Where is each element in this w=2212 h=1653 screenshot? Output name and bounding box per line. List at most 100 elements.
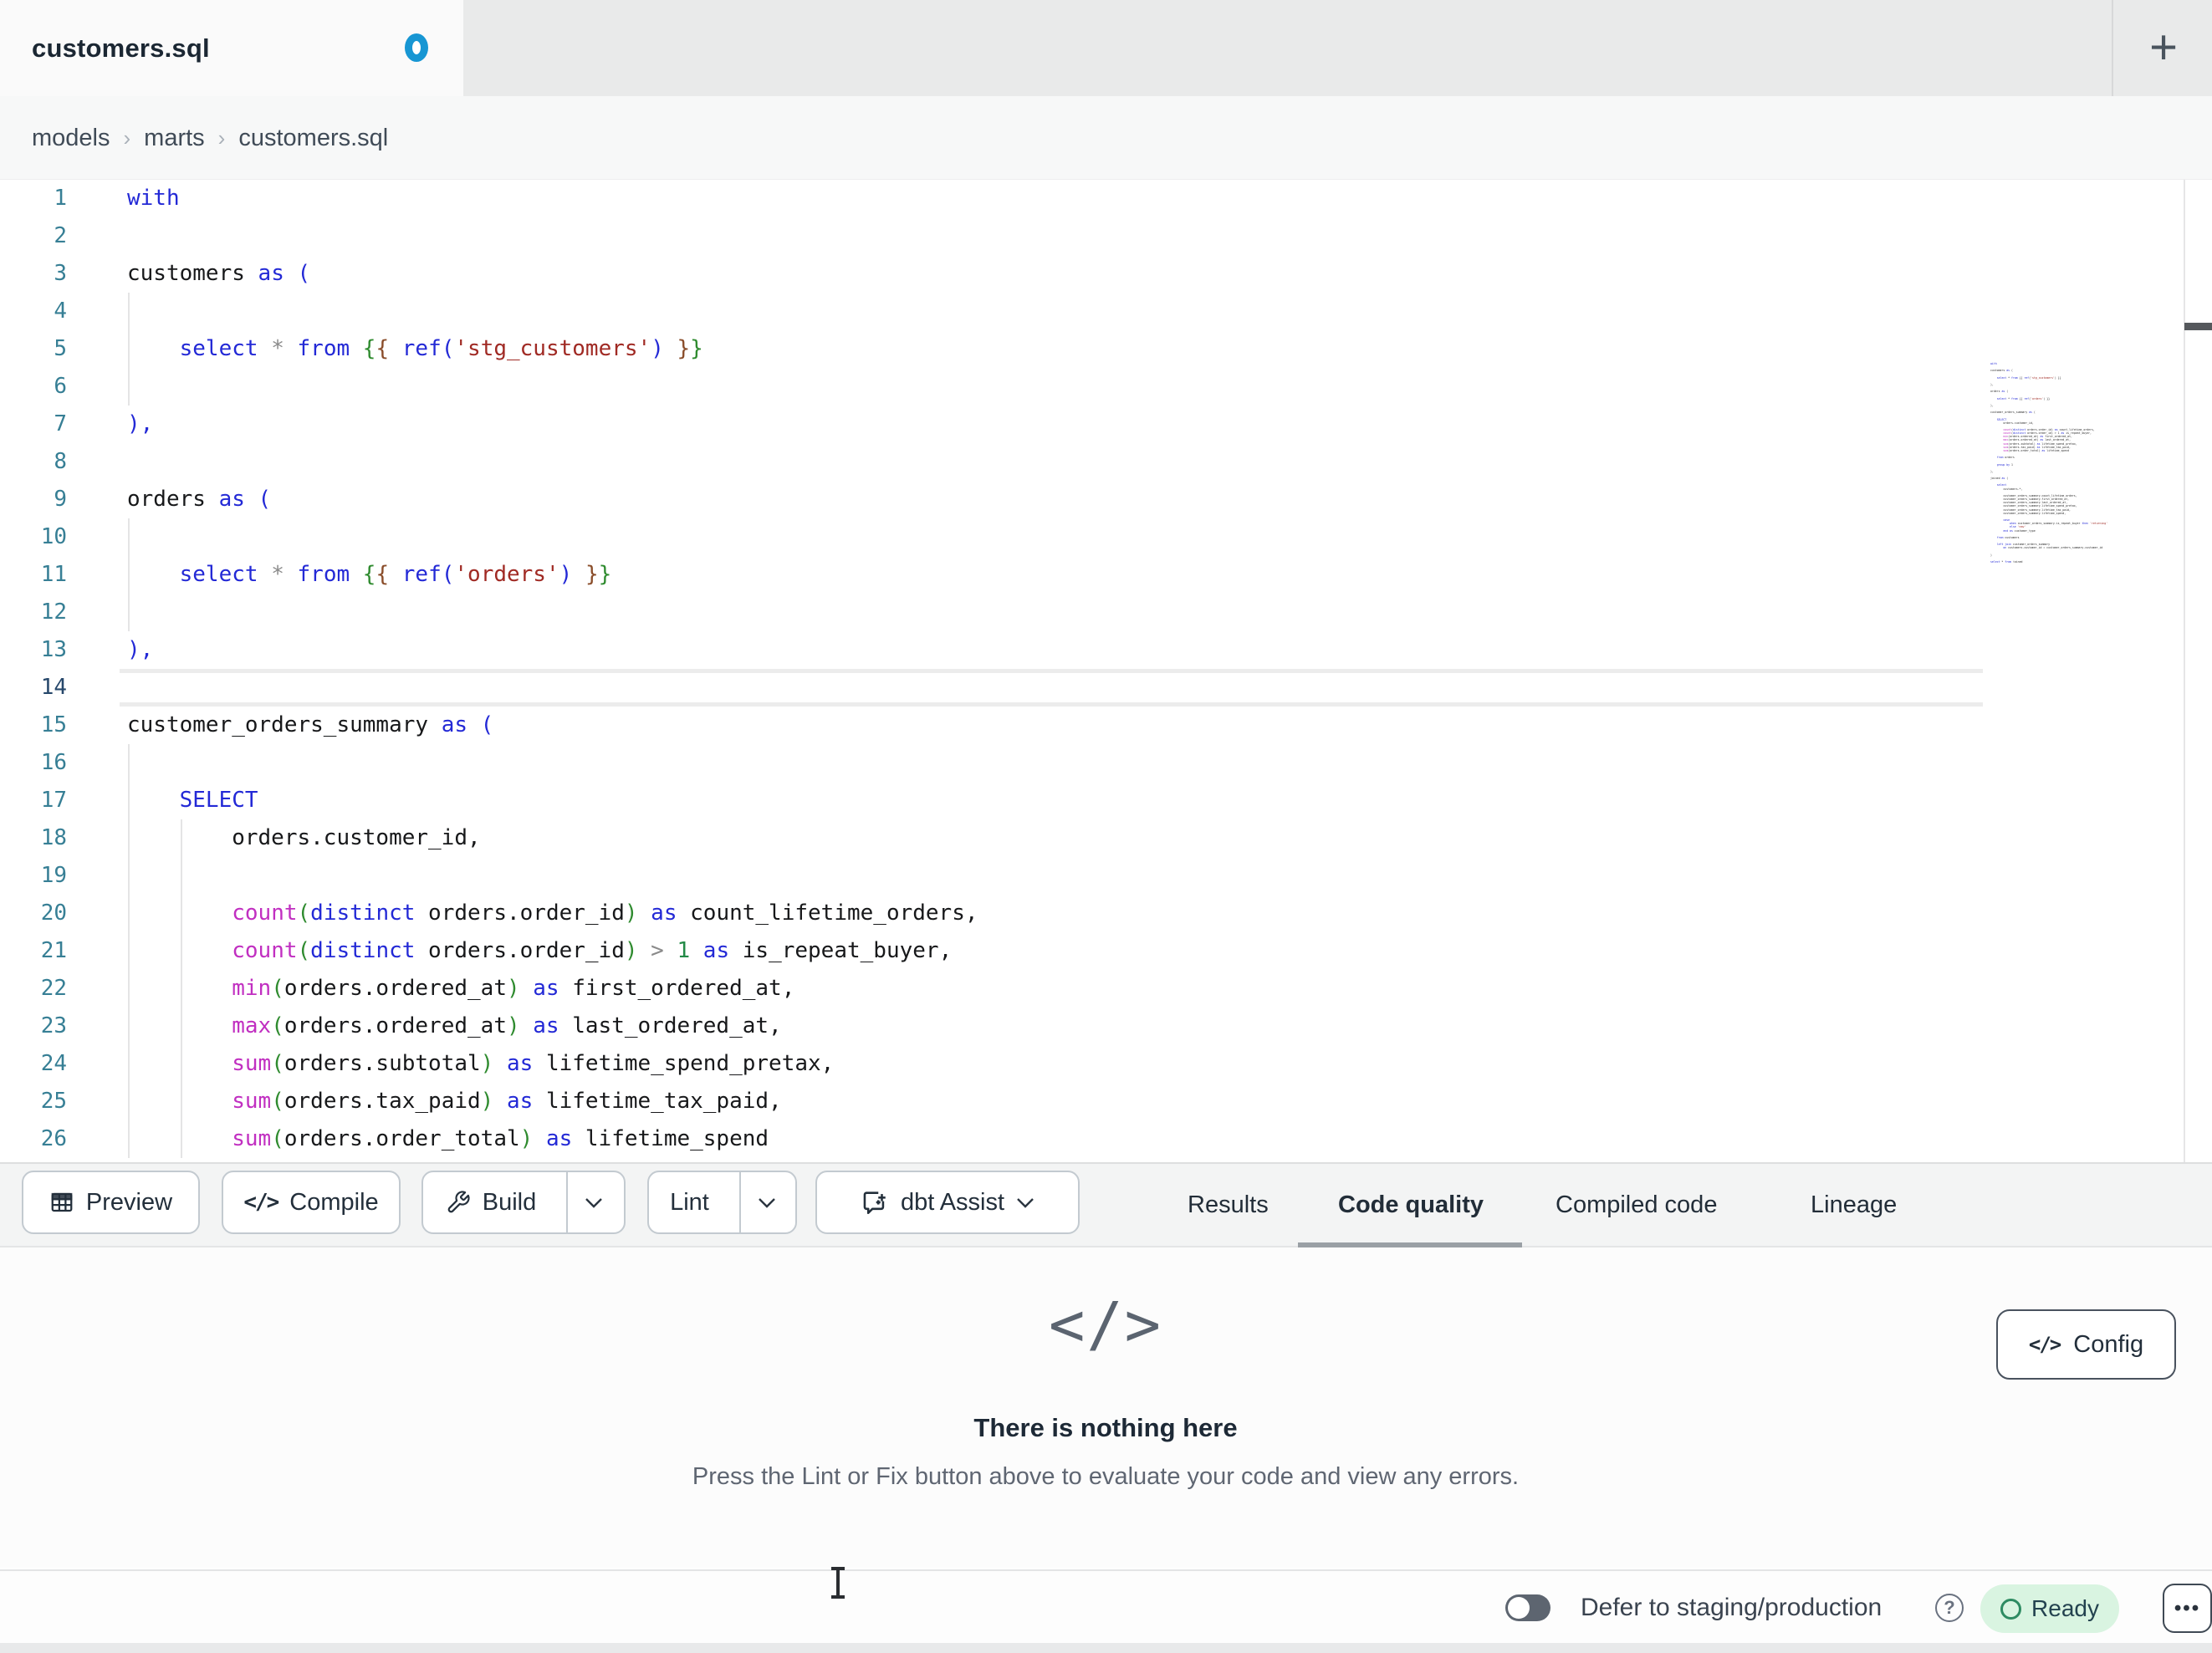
- editor-minimap[interactable]: with customers as ( select * from {{ ref…: [1990, 362, 2117, 563]
- preview-button[interactable]: Preview: [22, 1171, 200, 1234]
- code-line[interactable]: 11 select * from {{ ref('orders') }}: [0, 556, 2212, 594]
- file-header-bar: models › marts › customers.sql: [0, 96, 2212, 266]
- indent-guide: [128, 293, 130, 330]
- code-text: ),: [127, 411, 154, 436]
- line-number: 23: [40, 1013, 67, 1038]
- table-icon: [49, 1190, 74, 1215]
- more-options-button[interactable]: •••: [2163, 1584, 2212, 1633]
- code-quality-panel: </> There is nothing here Press the Lint…: [0, 1247, 2212, 1568]
- chevron-down-icon: [758, 1197, 776, 1208]
- code-line[interactable]: 6: [0, 368, 2212, 406]
- code-editor[interactable]: 1 with 2 3 customers as ( 4 5 select * from {{…: [0, 180, 2212, 1162]
- code-line[interactable]: 5 select * from {{ ref('stg_customers') …: [0, 330, 2212, 368]
- file-tab-customers-sql[interactable]: customers.sql: [0, 0, 463, 96]
- line-number: 19: [40, 863, 67, 888]
- config-label: Config: [2073, 1330, 2144, 1358]
- code-line[interactable]: 2: [0, 217, 2212, 255]
- dbt-assist-button[interactable]: dbt Assist: [815, 1171, 1080, 1234]
- tab-lineage[interactable]: Lineage: [1811, 1164, 1897, 1246]
- code-line[interactable]: 17 SELECT: [0, 782, 2212, 819]
- plus-icon: +: [2149, 20, 2178, 74]
- code-line[interactable]: 3 customers as (: [0, 255, 2212, 293]
- line-number: 16: [40, 750, 67, 775]
- code-text: count(distinct orders.order_id) as count…: [232, 900, 978, 926]
- code-line[interactable]: 7),: [0, 406, 2212, 443]
- code-brackets-icon: </>: [2028, 1333, 2061, 1356]
- code-text: sum(orders.order_total) as lifetime_spen…: [232, 1126, 769, 1151]
- status-bar: Defer to staging/production ? Ready •••: [0, 1569, 2212, 1643]
- line-number: 21: [40, 938, 67, 963]
- code-line[interactable]: 13),: [0, 631, 2212, 669]
- code-line[interactable]: 16: [0, 744, 2212, 782]
- line-number: 26: [40, 1126, 67, 1151]
- tab-results[interactable]: Results: [1188, 1164, 1269, 1246]
- bottom-edge-strip: [0, 1643, 2212, 1653]
- line-number: 3: [54, 261, 67, 286]
- ready-label: Ready: [2031, 1595, 2099, 1621]
- line-number: 13: [40, 637, 67, 662]
- indent-guide: [181, 857, 182, 895]
- indent-guide: [128, 594, 130, 631]
- file-tab-title: customers.sql: [32, 33, 210, 63]
- indent-guide: [128, 857, 130, 895]
- tabbar-divider: [2112, 0, 2113, 96]
- new-tab-button[interactable]: +: [2134, 18, 2193, 77]
- line-number: 12: [40, 599, 67, 625]
- code-line[interactable]: 20 count(distinct orders.order_id) as co…: [0, 895, 2212, 932]
- code-line[interactable]: 8: [0, 443, 2212, 481]
- tab-lineage-label: Lineage: [1811, 1191, 1898, 1218]
- code-line[interactable]: 25 sum(orders.tax_paid) as lifetime_tax_…: [0, 1083, 2212, 1120]
- build-button[interactable]: Build: [427, 1172, 555, 1232]
- line-number: 1: [54, 186, 67, 211]
- line-number: 4: [54, 298, 67, 324]
- ide-status-badge[interactable]: Ready: [1980, 1584, 2119, 1633]
- unsaved-changes-dot-icon: [405, 33, 428, 62]
- code-line[interactable]: 18 orders.customer_id,: [0, 819, 2212, 857]
- code-line[interactable]: 15 customer_orders_summary as (: [0, 707, 2212, 744]
- code-line[interactable]: 10: [0, 518, 2212, 556]
- tab-results-label: Results: [1188, 1191, 1269, 1218]
- code-line[interactable]: 26 sum(orders.order_total) as lifetime_s…: [0, 1120, 2212, 1158]
- tab-code-quality-label: Code quality: [1338, 1191, 1484, 1218]
- code-line[interactable]: 9 orders as (: [0, 481, 2212, 518]
- lint-label: Lint: [670, 1188, 709, 1216]
- compile-button[interactable]: </> Compile: [222, 1171, 401, 1234]
- line-number: 15: [40, 712, 67, 737]
- code-line[interactable]: 1 with: [0, 180, 2212, 217]
- code-line[interactable]: 12: [0, 594, 2212, 631]
- build-dropdown-button[interactable]: [566, 1172, 620, 1232]
- tab-code-quality[interactable]: Code quality: [1338, 1164, 1484, 1246]
- lint-button[interactable]: Lint: [651, 1172, 728, 1232]
- breadcrumb-customers-sql[interactable]: customers.sql: [238, 125, 388, 152]
- code-brackets-icon: </>: [243, 1190, 279, 1215]
- line-number: 7: [54, 411, 67, 436]
- code-line[interactable]: 23 max(orders.ordered_at) as last_ordere…: [0, 1008, 2212, 1045]
- code-line[interactable]: 24 sum(orders.subtotal) as lifetime_spen…: [0, 1045, 2212, 1083]
- help-icon[interactable]: ?: [1935, 1594, 1964, 1622]
- code-text: select * from {{ ref('orders') }}: [179, 562, 612, 587]
- code-line[interactable]: 21 count(distinct orders.order_id) > 1 a…: [0, 932, 2212, 970]
- code-text: with: [127, 186, 180, 211]
- code-line[interactable]: 14: [0, 669, 2212, 707]
- code-text: ),: [127, 637, 154, 662]
- current-line-highlight: [120, 669, 1983, 673]
- code-line[interactable]: 19: [0, 857, 2212, 895]
- line-number: 20: [40, 900, 67, 926]
- editor-tab-bar: customers.sql +: [0, 0, 2212, 96]
- lint-dropdown-button[interactable]: [738, 1172, 793, 1232]
- chevron-down-icon: [585, 1197, 603, 1208]
- empty-state-subtitle: Press the Lint or Fix button above to ev…: [692, 1463, 1520, 1490]
- tab-compiled-code-label: Compiled code: [1556, 1191, 1718, 1218]
- tab-compiled-code[interactable]: Compiled code: [1556, 1164, 1717, 1246]
- defer-toggle[interactable]: [1505, 1594, 1550, 1621]
- breadcrumb-marts[interactable]: marts: [144, 125, 205, 152]
- dbt-assist-label: dbt Assist: [900, 1188, 1005, 1216]
- line-number: 11: [40, 562, 67, 587]
- config-button[interactable]: </> Config: [1996, 1309, 2176, 1380]
- code-line[interactable]: 4: [0, 293, 2212, 330]
- text-cursor-ibeam: [831, 1567, 845, 1599]
- question-mark: ?: [1944, 1597, 1955, 1618]
- breadcrumb-models[interactable]: models: [32, 125, 110, 152]
- code-text: orders as (: [127, 487, 272, 512]
- code-line[interactable]: 22 min(orders.ordered_at) as first_order…: [0, 970, 2212, 1008]
